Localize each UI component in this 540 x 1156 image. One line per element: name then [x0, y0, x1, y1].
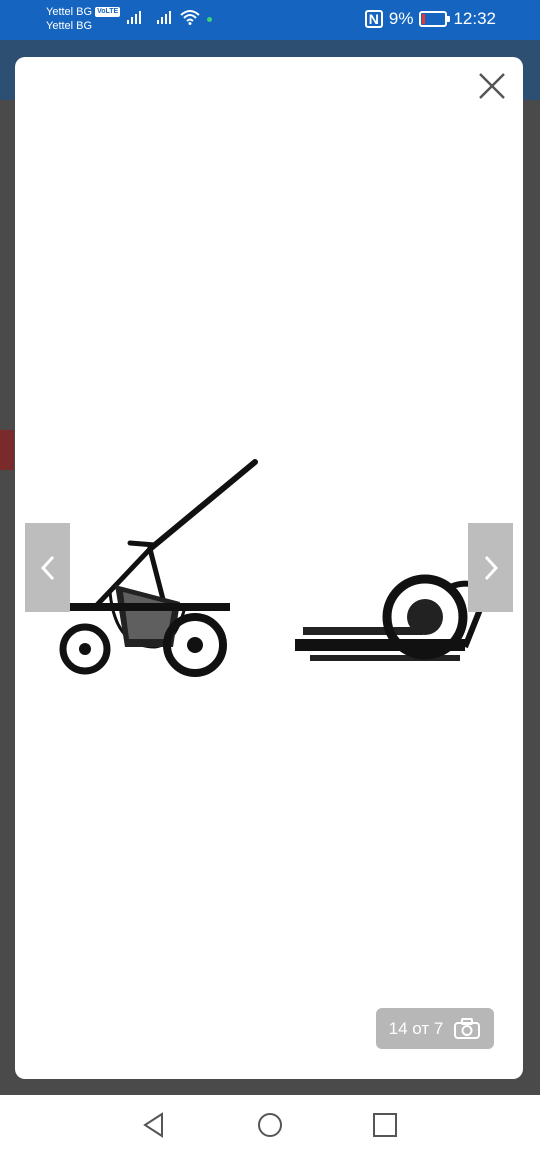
home-circle-icon[interactable] [256, 1111, 284, 1139]
close-icon[interactable] [477, 71, 507, 101]
notification-dot [207, 17, 212, 22]
image-gallery-modal: 14 от 7 [15, 57, 523, 1079]
carrier-name-1: Yettel BG [46, 6, 93, 18]
battery-percent: 9% [388, 9, 414, 28]
stroller-photo [59, 459, 489, 677]
next-image-button[interactable] [468, 523, 513, 612]
carrier-info: Yettel BG VoLTE Yettel BG [46, 5, 121, 33]
volte-badge: VoLTE [95, 7, 121, 17]
image-counter-text: 14 от 7 [388, 1018, 444, 1038]
image-counter-badge: 14 от 7 [376, 1008, 494, 1049]
camera-icon [454, 1017, 481, 1039]
system-navigation-bar [0, 1095, 540, 1156]
carrier-name-2: Yettel BG [46, 20, 93, 32]
clock: 12:32 [453, 9, 496, 28]
chevron-right-icon [484, 555, 498, 580]
background-accent [0, 430, 14, 470]
wifi-icon [180, 10, 200, 25]
signal-icon [157, 11, 171, 24]
previous-image-button[interactable] [25, 523, 70, 612]
status-bar: Yettel BG VoLTE Yettel BG N 9% 12:32 [0, 0, 540, 40]
nfc-icon: N [364, 10, 383, 28]
back-triangle-icon[interactable] [140, 1111, 168, 1139]
chevron-left-icon [40, 555, 54, 580]
signal-icon [127, 11, 141, 24]
battery-icon [419, 11, 451, 27]
recents-square-icon[interactable] [371, 1111, 399, 1139]
